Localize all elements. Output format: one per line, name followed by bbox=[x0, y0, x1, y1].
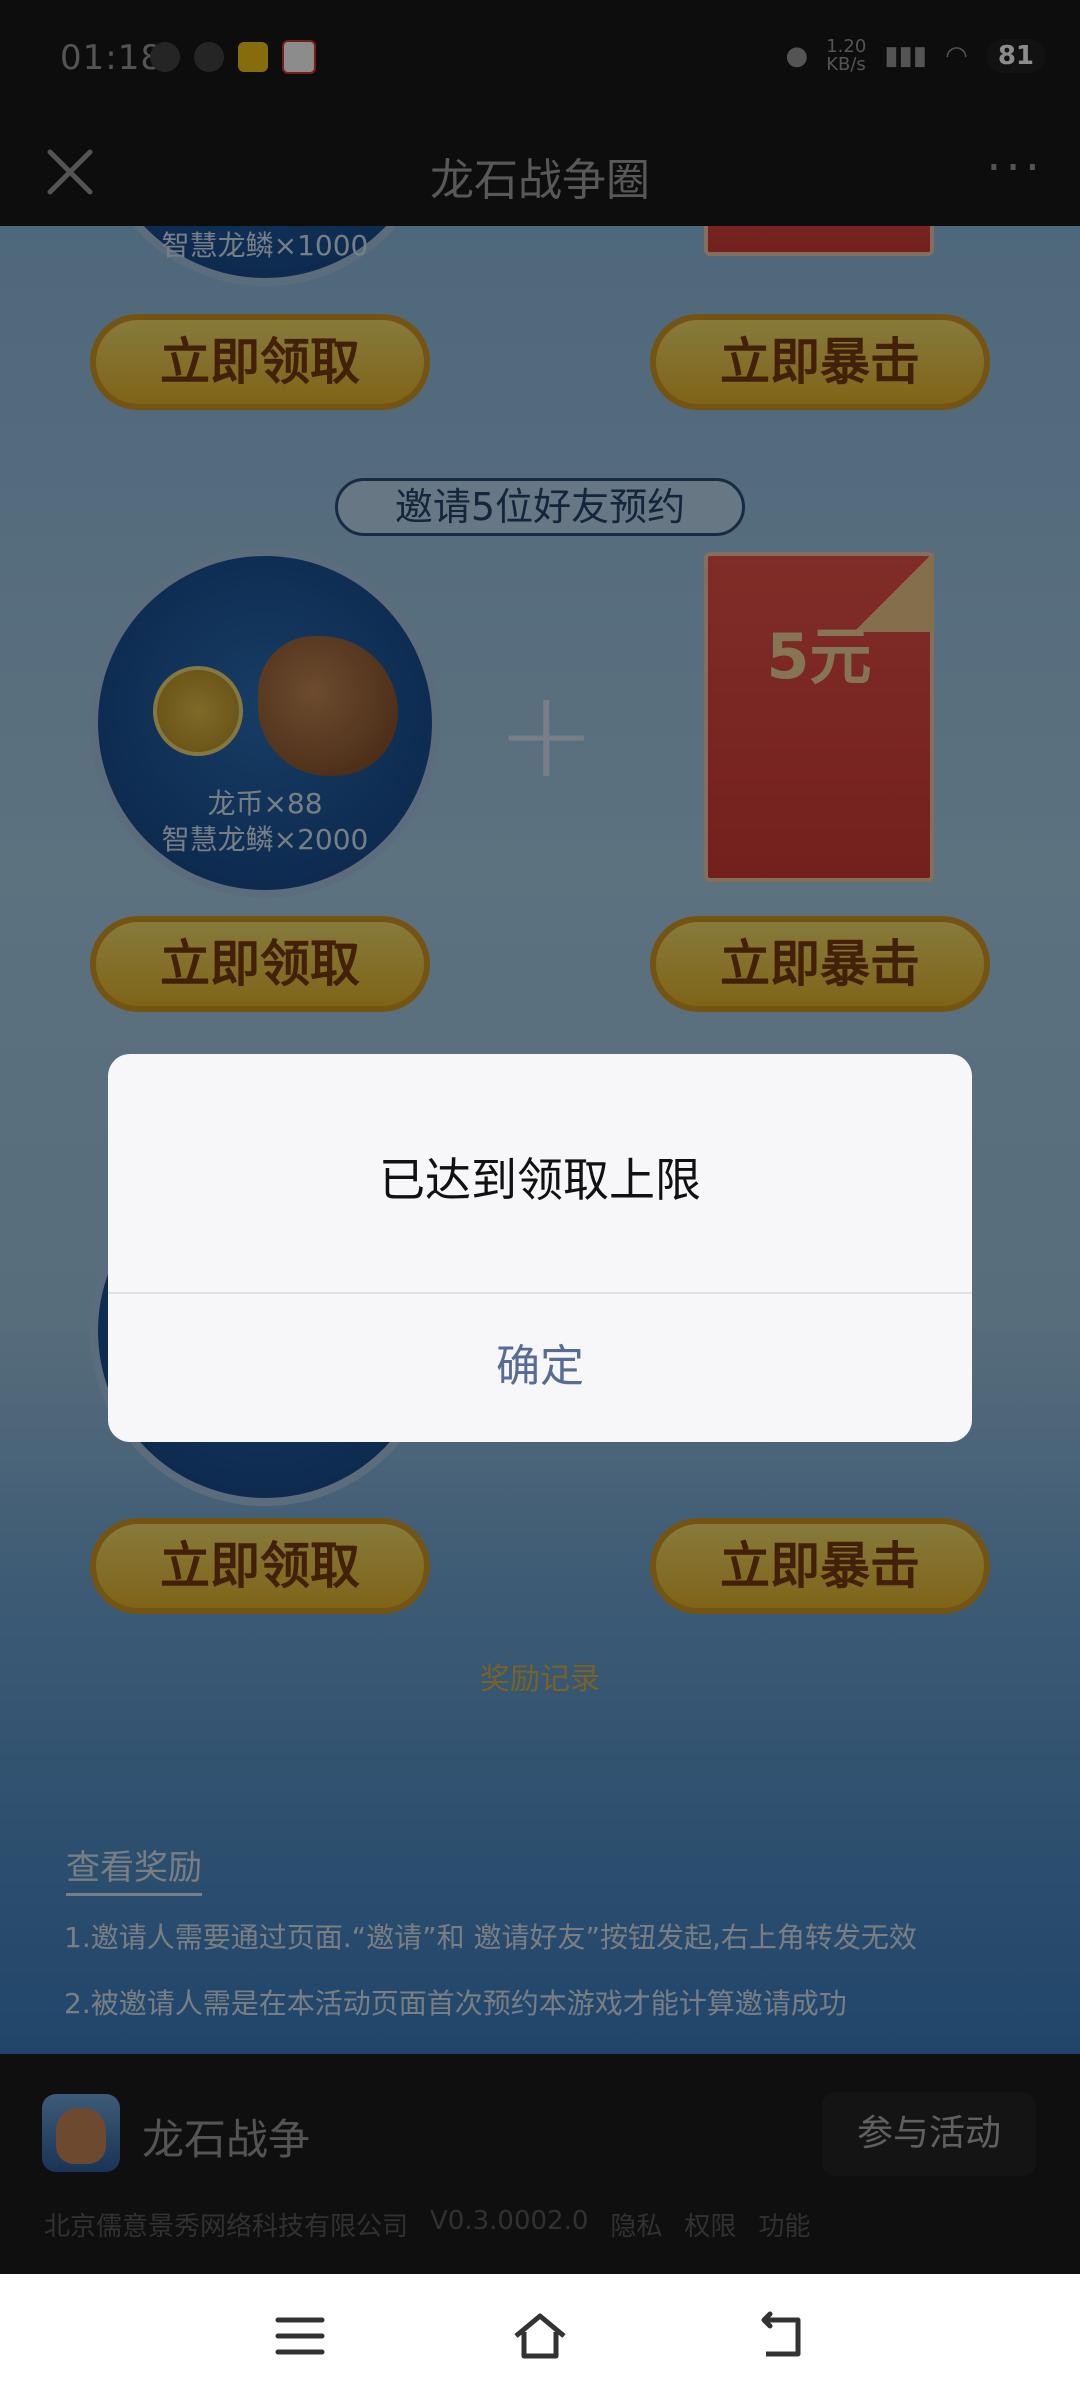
system-nav-bar bbox=[0, 2274, 1080, 2400]
limit-reached-dialog: 已达到领取上限 确定 bbox=[108, 1054, 972, 1442]
menu-icon[interactable] bbox=[270, 2308, 330, 2364]
home-icon[interactable] bbox=[510, 2308, 570, 2364]
back-icon[interactable] bbox=[750, 2308, 810, 2364]
dialog-message: 已达到领取上限 bbox=[379, 1153, 701, 1207]
confirm-button[interactable]: 确定 bbox=[108, 1292, 972, 1442]
